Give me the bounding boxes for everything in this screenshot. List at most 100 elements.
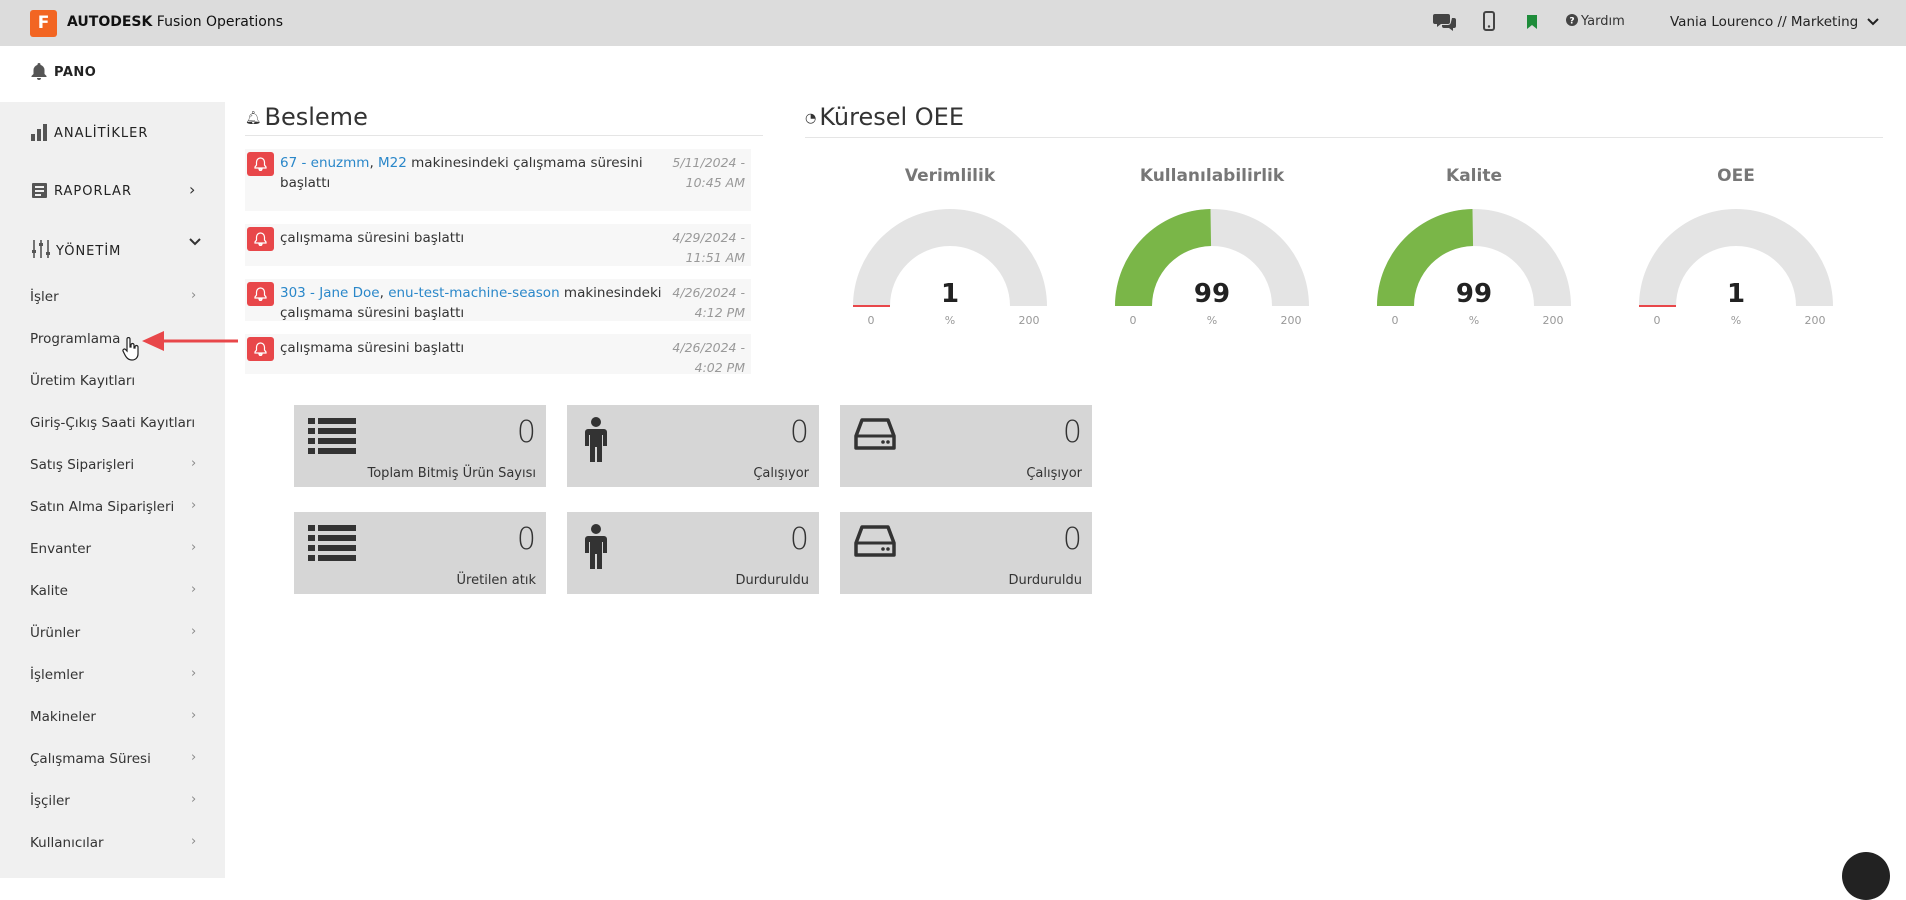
person-icon [581,417,611,467]
feed-timestamp: 4/29/2024 - 11:51 AM [672,230,745,265]
help-link[interactable]: ? Yardım [1566,14,1625,29]
feed-message: 303 - Jane Doe, enu-test-machine-season … [280,283,670,323]
dashboard-label: PANO [54,65,97,80]
sidebar-item[interactable]: Üretim Kayıtları [30,373,135,389]
chevron-right-icon[interactable]: › [191,456,196,471]
sidebar-section-label: RAPORLAR [54,184,132,199]
tile-value: 0 [789,415,809,450]
feed-timestamp: 4/26/2024 - 4:12 PM [672,285,745,320]
top-bar: F AUTODESK Fusion Operations ? Yardım Van… [0,0,1906,46]
stat-tile[interactable]: 0 Üretilen atık [294,512,546,594]
bar-chart-icon [31,124,47,141]
alert-badge [247,337,274,361]
oee-title-text: Küresel OEE [819,103,964,131]
tile-label: Çalışıyor [1026,466,1082,481]
chevron-right-icon[interactable]: › [191,792,196,807]
oee-gauge: Verimlilik 1% 0 200 [835,162,1065,332]
chevron-right-icon[interactable]: › [191,666,196,681]
chevron-right-icon[interactable]: › [191,498,196,513]
feed-message: 67 - enuzmm, M22 makinesindeki çalışmama… [280,153,670,193]
feed-title: 🔔︎ Besleme [245,103,368,131]
gauge-min: 0 [868,314,875,326]
drive-icon [854,524,896,562]
stat-tile[interactable]: 0 Çalışıyor [567,405,819,487]
chevron-right-icon[interactable]: › [191,582,196,597]
oee-gauge: Kalite 99% 0 200 [1359,162,1589,332]
gauge-icon: ◔ [805,111,817,126]
sidebar-section-label: ANALİTİKLER [54,126,149,141]
tile-label: Çalışıyor [753,466,809,481]
tile-label: Toplam Bitmiş Ürün Sayısı [367,466,537,481]
feed-link-worker[interactable]: 67 - enuzmm [280,155,369,171]
sidebar-item[interactable]: İşler [30,289,59,305]
sidebar-section-reports[interactable]: RAPORLAR [30,180,132,200]
gauge-value: 1 [1727,279,1745,309]
support-chat-button[interactable] [1842,852,1890,900]
feed-link-worker[interactable]: 303 - Jane Doe [280,285,380,301]
user-menu[interactable]: Vania Lourenco // Marketing [1670,14,1879,30]
mobile-icon[interactable] [1483,11,1495,35]
sidebar-item[interactable]: Envanter [30,541,91,557]
sidebar-section-analytics[interactable]: ANALİTİKLER [30,122,148,142]
gauge-max: 200 [1805,314,1826,326]
feed-message: çalışmama süresini başlattı [280,230,465,246]
sidebar-section-management[interactable]: YÖNETİM [30,238,121,260]
dashboard-link[interactable]: PANO [30,62,96,80]
alert-badge [247,152,274,176]
gauge-label: Verimlilik [904,166,996,186]
gauge-chart: 99% 0 200 [1377,209,1571,326]
annotation-arrow [142,331,238,351]
feed-sep: , [369,155,379,171]
gauge-value: 99 [1194,279,1230,309]
stat-tile[interactable]: 0 Çalışıyor [840,405,1092,487]
tile-value: 0 [1062,522,1082,557]
gauge-unit: % [1469,314,1479,326]
help-icon: ? [1566,14,1578,27]
app-brand[interactable]: AUTODESK Fusion Operations [67,14,283,30]
sidebar-section-label: YÖNETİM [56,244,122,259]
gauge-max: 200 [1019,314,1040,326]
gauge-label: OEE [1717,166,1755,186]
sidebar-item[interactable]: İşlemler [30,667,84,683]
gauge-chart: 1% 0 200 [1639,209,1833,326]
stat-tile[interactable]: 0 Toplam Bitmiş Ürün Sayısı [294,405,546,487]
chevron-right-icon[interactable]: › [191,540,196,555]
feed-item: 67 - enuzmm, M22 makinesindeki çalışmama… [245,149,751,211]
chevron-right-icon[interactable]: › [191,834,196,849]
bookmark-icon[interactable] [1527,14,1537,38]
sidebar-item[interactable]: Programlama [30,331,120,347]
feed-link-machine[interactable]: M22 [378,155,407,171]
chevron-down-icon [1866,18,1879,26]
feed-item: 303 - Jane Doe, enu-test-machine-season … [245,279,751,321]
gauge-min: 0 [1392,314,1399,326]
svg-text:?: ? [1569,17,1574,27]
gauge-chart: 99% 0 200 [1115,209,1309,326]
app-logo[interactable]: F [30,10,57,37]
sidebar-item[interactable]: Makineler [30,709,96,725]
feed-link-machine[interactable]: enu-test-machine-season [388,285,559,301]
chevron-right-icon[interactable]: › [191,288,196,303]
gauge-chart: 1% 0 200 [853,209,1047,326]
sidebar-item[interactable]: Kullanıcılar [30,835,104,851]
sidebar-item[interactable]: Ürünler [30,625,80,641]
feed-message: çalışmama süresini başlattı [280,340,465,356]
stat-tile[interactable]: 0 Durduruldu [567,512,819,594]
tile-value: 0 [789,522,809,557]
chevron-right-icon[interactable]: › [191,708,196,723]
stat-tile[interactable]: 0 Durduruldu [840,512,1092,594]
chevron-down-icon[interactable] [189,236,201,251]
chevron-right-icon[interactable]: › [191,624,196,639]
sidebar-item[interactable]: Çalışmama Süresi [30,751,151,767]
chevron-right-icon[interactable]: › [191,750,196,765]
chevron-right-icon[interactable]: › [189,180,195,199]
brand-bold: AUTODESK [67,14,153,30]
feed-divider [245,135,763,136]
sidebar-item[interactable]: Satış Siparişleri [30,457,134,473]
sidebar-item[interactable]: Giriş-Çıkış Saati Kayıtları [30,415,195,431]
tile-label: Durduruldu [1008,573,1082,588]
sidebar-item[interactable]: Kalite [30,583,68,599]
sidebar-item[interactable]: İşçiler [30,793,70,809]
chat-icon[interactable] [1433,11,1457,35]
feed-item: çalışmama süresini başlattı 4/26/2024 - … [245,334,751,375]
sidebar-item[interactable]: Satın Alma Siparişleri [30,499,174,515]
